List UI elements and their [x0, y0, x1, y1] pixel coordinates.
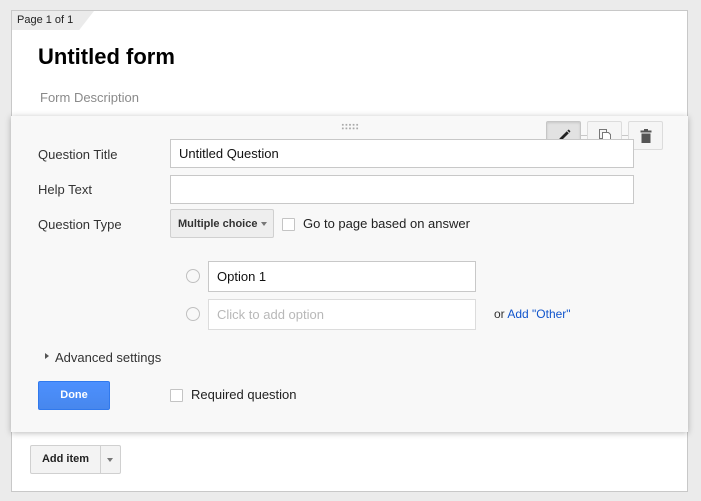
- question-type-label: Question Type: [38, 217, 122, 232]
- form-title[interactable]: Untitled form: [38, 44, 175, 70]
- add-other-container: or Add "Other": [494, 307, 571, 321]
- required-label: Required question: [191, 387, 297, 402]
- option-input[interactable]: Option 1: [208, 261, 476, 292]
- add-item-button-group: Add item: [30, 445, 121, 474]
- add-other-link[interactable]: Add "Other": [507, 307, 570, 321]
- question-type-value: Multiple choice: [178, 218, 258, 230]
- question-title-label: Question Title: [38, 147, 118, 162]
- go-to-page-checkbox[interactable]: [282, 218, 295, 231]
- question-editor-card: Question Title Untitled Question Help Te…: [11, 116, 688, 432]
- add-option-input[interactable]: Click to add option: [208, 299, 476, 330]
- chevron-down-icon: [261, 222, 267, 226]
- or-text: or: [494, 307, 505, 321]
- chevron-down-icon: [107, 458, 113, 462]
- add-item-button[interactable]: Add item: [31, 446, 101, 473]
- go-to-page-label: Go to page based on answer: [303, 216, 470, 231]
- page-tab: Page 1 of 1: [12, 11, 94, 30]
- add-item-dropdown-button[interactable]: [101, 446, 120, 473]
- expand-arrow-icon[interactable]: [45, 353, 49, 359]
- option-radio: [186, 269, 200, 283]
- done-button[interactable]: Done: [38, 381, 110, 410]
- add-option-radio: [186, 307, 200, 321]
- trash-icon: [640, 128, 651, 143]
- form-description[interactable]: Form Description: [40, 90, 139, 105]
- help-text-input[interactable]: [170, 175, 634, 204]
- advanced-settings-toggle[interactable]: Advanced settings: [55, 350, 161, 365]
- help-text-label: Help Text: [38, 182, 92, 197]
- question-title-input[interactable]: Untitled Question: [170, 139, 634, 168]
- question-type-dropdown[interactable]: Multiple choice: [170, 209, 274, 238]
- required-checkbox[interactable]: [170, 389, 183, 402]
- drag-handle-icon[interactable]: [341, 123, 359, 130]
